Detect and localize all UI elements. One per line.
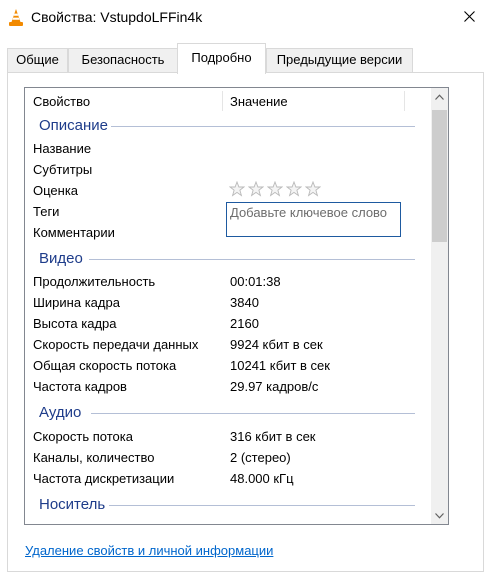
property-name: Комментарии: [33, 225, 115, 240]
property-value: 48.000 кГц: [230, 471, 294, 486]
window-title: Свойства: VstupdoLFFin4k: [31, 9, 203, 25]
tab-details[interactable]: Подробно: [177, 43, 266, 74]
property-value: 29.97 кадров/с: [230, 379, 319, 394]
group-label: Видео: [39, 250, 83, 267]
star-icon[interactable]: [248, 181, 264, 197]
group-label: Носитель: [39, 496, 106, 513]
property-name: Ширина кадра: [33, 295, 120, 310]
property-row-channels[interactable]: Каналы, количество 2 (стерео): [25, 447, 425, 468]
property-name: Скорость передачи данных: [33, 337, 199, 352]
close-icon: [463, 10, 475, 22]
property-value: 2 (стерео): [230, 450, 291, 465]
tab-security[interactable]: Безопасность: [68, 48, 178, 72]
scroll-down-button[interactable]: [431, 507, 448, 524]
group-divider: [91, 413, 415, 414]
property-row-data-rate[interactable]: Скорость передачи данных 9924 кбит в сек: [25, 334, 425, 355]
property-name: Скорость потока: [33, 429, 133, 444]
group-divider: [111, 126, 415, 127]
group-divider: [109, 505, 415, 506]
column-header-property[interactable]: Свойство: [33, 94, 90, 109]
group-description: Описание: [25, 115, 425, 137]
property-name: Частота дискретизации: [33, 471, 175, 486]
remove-properties-link[interactable]: Удаление свойств и личной информации: [25, 543, 273, 558]
property-value: 9924 кбит в сек: [230, 337, 323, 352]
property-value: 10241 кбит в сек: [230, 358, 330, 373]
property-value: 00:01:38: [230, 274, 281, 289]
property-row-total-bitrate[interactable]: Общая скорость потока 10241 кбит в сек: [25, 355, 425, 376]
property-row-frame-rate[interactable]: Частота кадров 29.97 кадров/с: [25, 376, 425, 397]
star-icon[interactable]: [267, 181, 283, 197]
property-name: Общая скорость потока: [33, 358, 177, 373]
vertical-scrollbar[interactable]: [431, 88, 448, 524]
property-name: Частота кадров: [33, 379, 127, 394]
property-rows: Описание Название Субтитры Оценка Теги К…: [25, 113, 425, 524]
scroll-up-button[interactable]: [431, 88, 448, 105]
property-row-sample-rate[interactable]: Частота дискретизации 48.000 кГц: [25, 468, 425, 489]
chevron-down-icon: [435, 512, 444, 519]
tags-input[interactable]: Добавьте ключевое слово: [226, 202, 401, 237]
tab-general[interactable]: Общие: [7, 48, 68, 72]
property-row-frame-width[interactable]: Ширина кадра 3840: [25, 292, 425, 313]
property-name: Оценка: [33, 183, 79, 198]
details-panel: Свойство Значение Описание Название Субт…: [7, 72, 484, 572]
group-label: Аудио: [39, 404, 82, 421]
property-name: Теги: [33, 204, 60, 219]
property-value: 316 кбит в сек: [230, 429, 316, 444]
star-icon[interactable]: [286, 181, 302, 197]
group-audio: Аудио: [25, 402, 425, 424]
close-button[interactable]: [446, 0, 492, 32]
properties-list[interactable]: Свойство Значение Описание Название Субт…: [24, 87, 449, 525]
group-media: Носитель: [25, 494, 425, 516]
star-icon[interactable]: [229, 181, 245, 197]
property-row-duration[interactable]: Продолжительность 00:01:38: [25, 271, 425, 292]
property-row-subtitle[interactable]: Субтитры: [25, 159, 425, 180]
star-icon[interactable]: [305, 181, 321, 197]
property-row-rating[interactable]: Оценка: [25, 180, 425, 201]
column-divider[interactable]: [404, 91, 405, 111]
rating-stars[interactable]: [229, 181, 321, 197]
group-label: Описание: [39, 117, 109, 134]
tab-previous-versions[interactable]: Предыдущие версии: [266, 48, 413, 72]
group-divider: [89, 259, 415, 260]
group-video: Видео: [25, 248, 425, 270]
vlc-cone-icon: [7, 8, 25, 27]
property-name: Название: [33, 141, 92, 156]
scroll-thumb[interactable]: [432, 110, 447, 242]
property-row-audio-bitrate[interactable]: Скорость потока 316 кбит в сек: [25, 426, 425, 447]
property-value: 3840: [230, 295, 259, 310]
property-name: Субтитры: [33, 162, 93, 177]
property-name: Каналы, количество: [33, 450, 155, 465]
property-row-title[interactable]: Название: [25, 138, 425, 159]
column-header: Свойство Значение: [25, 88, 425, 113]
tab-strip: Общие Безопасность Подробно Предыдущие в…: [0, 43, 492, 74]
property-row-frame-height[interactable]: Высота кадра 2160: [25, 313, 425, 334]
title-bar: Свойства: VstupdoLFFin4k: [0, 0, 492, 36]
chevron-up-icon: [435, 93, 444, 100]
column-divider[interactable]: [222, 91, 223, 111]
property-value: 2160: [230, 316, 259, 331]
property-name: Продолжительность: [33, 274, 156, 289]
column-header-value[interactable]: Значение: [230, 94, 288, 109]
property-name: Высота кадра: [33, 316, 117, 331]
